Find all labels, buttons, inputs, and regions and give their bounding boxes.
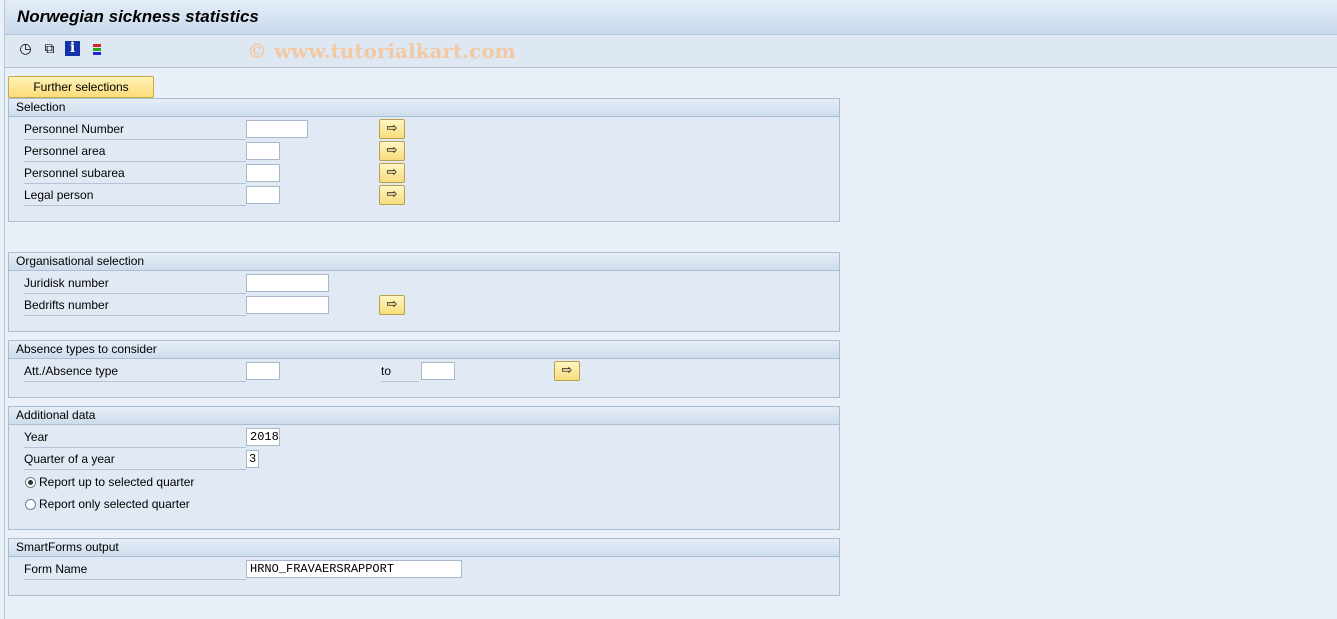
absence-type-from-input[interactable] — [246, 362, 280, 380]
further-selections-button[interactable]: Further selections — [8, 76, 154, 98]
report-up-to-quarter-label[interactable]: Report up to selected quarter — [39, 474, 194, 490]
info-icon[interactable]: i — [65, 41, 80, 56]
multiple-selection-arrow-icon[interactable]: ⇨ — [379, 163, 405, 183]
page-title: Norwegian sickness statistics — [17, 7, 259, 26]
group-header: Organisational selection — [9, 253, 839, 271]
execute-clock-icon[interactable]: ◷ — [17, 41, 34, 58]
group-header: Absence types to consider — [9, 341, 839, 359]
multiple-selection-arrow-icon[interactable]: ⇨ — [379, 141, 405, 161]
report-only-quarter-radio[interactable] — [25, 499, 36, 510]
multiple-selection-arrow-icon[interactable]: ⇨ — [554, 361, 580, 381]
bedrifts-number-input[interactable] — [246, 296, 329, 314]
personnel-number-input[interactable] — [246, 120, 308, 138]
personnel-area-input[interactable] — [246, 142, 280, 160]
bedrifts-number-label: Bedrifts number — [24, 296, 246, 316]
watermark: © www.tutorialkart.com — [247, 39, 516, 63]
year-input[interactable]: 2018 — [246, 428, 280, 446]
application-toolbar — [5, 35, 1337, 68]
form-name-label: Form Name — [24, 560, 246, 580]
selection-options-icon[interactable] — [89, 41, 106, 58]
legal-person-label: Legal person — [24, 186, 246, 206]
multiple-selection-arrow-icon[interactable]: ⇨ — [379, 185, 405, 205]
multiple-selection-arrow-icon[interactable]: ⇨ — [379, 295, 405, 315]
form-name-input[interactable]: HRNO_FRAVAERSRAPPORT — [246, 560, 462, 578]
absence-type-to-input[interactable] — [421, 362, 455, 380]
year-label: Year — [24, 428, 246, 448]
personnel-number-label: Personnel Number — [24, 120, 246, 140]
group-header: SmartForms output — [9, 539, 839, 557]
quarter-input[interactable]: 3 — [246, 450, 259, 468]
group-header: Additional data — [9, 407, 839, 425]
report-up-to-quarter-radio[interactable] — [25, 477, 36, 488]
juridisk-number-input[interactable] — [246, 274, 329, 292]
personnel-area-label: Personnel area — [24, 142, 246, 162]
window-edge — [4, 0, 5, 619]
to-label: to — [381, 362, 419, 382]
report-only-quarter-label[interactable]: Report only selected quarter — [39, 496, 190, 512]
absence-type-label: Att./Absence type — [24, 362, 246, 382]
group-header: Selection — [9, 99, 839, 117]
personnel-subarea-label: Personnel subarea — [24, 164, 246, 184]
multiple-selection-arrow-icon[interactable]: ⇨ — [379, 119, 405, 139]
variants-icon[interactable]: ⧉ — [41, 41, 58, 58]
personnel-subarea-input[interactable] — [246, 164, 280, 182]
legal-person-input[interactable] — [246, 186, 280, 204]
juridisk-number-label: Juridisk number — [24, 274, 246, 294]
quarter-label: Quarter of a year — [24, 450, 246, 470]
